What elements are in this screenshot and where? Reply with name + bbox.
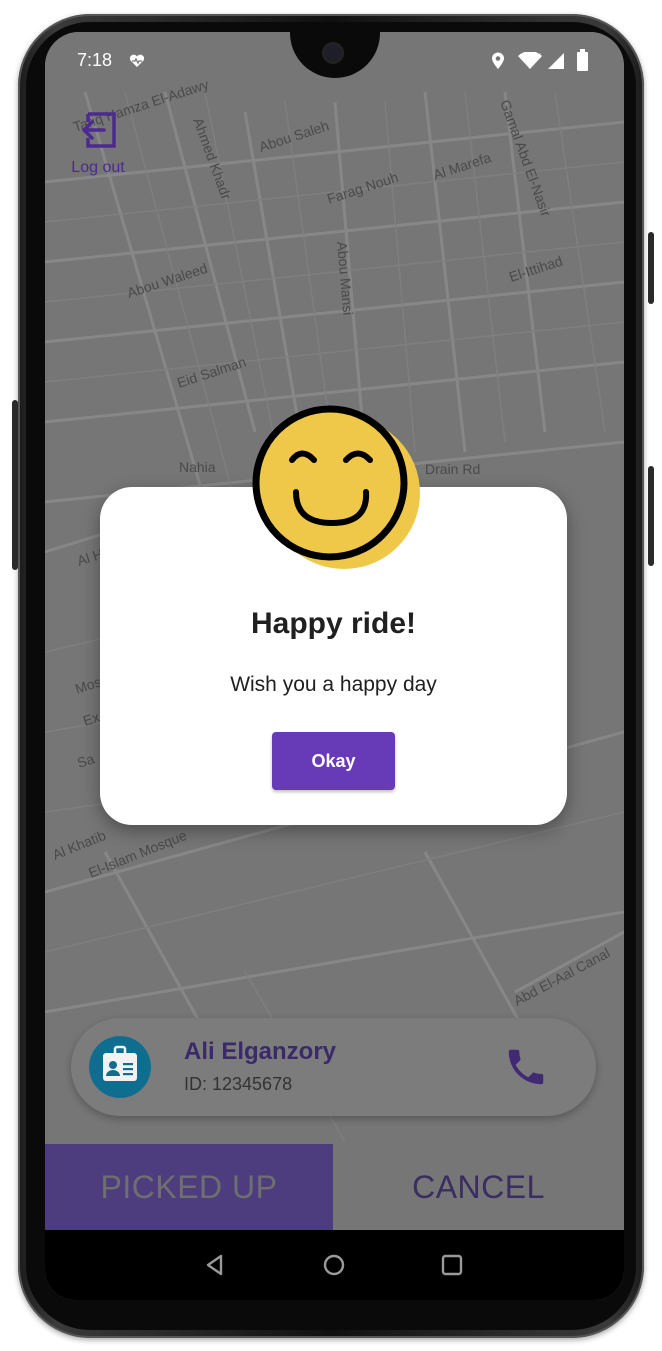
alert-slider <box>12 400 18 570</box>
recents-icon[interactable] <box>438 1251 466 1279</box>
back-icon[interactable] <box>201 1251 229 1279</box>
smiley-face-icon <box>252 405 420 569</box>
map-label: Nahia <box>179 459 216 475</box>
logout-label: Log out <box>71 159 125 176</box>
status-time: 7:18 <box>77 50 113 70</box>
okay-button[interactable]: Okay <box>272 732 395 790</box>
logout-button[interactable]: Log out <box>67 110 129 177</box>
logout-arrow-icon <box>82 112 116 148</box>
id-badge-icon <box>89 1036 151 1098</box>
location-pin-icon <box>492 52 504 69</box>
map-label: Drain Rd <box>425 461 480 477</box>
battery-icon <box>577 49 588 71</box>
camera-icon <box>322 42 344 64</box>
camera-notch <box>290 32 380 78</box>
driver-id: ID: 12345678 <box>184 1074 293 1094</box>
app-screen: Tariq Hamza El-Adawy Ahmed Khadr Abou Sa… <box>45 32 624 1300</box>
dialog-message: Wish you a happy day <box>230 673 437 696</box>
power-button <box>648 232 654 304</box>
svg-text:x: x <box>537 52 541 60</box>
home-icon[interactable] <box>320 1251 348 1279</box>
picked-up-button[interactable]: PICKED UP <box>45 1144 333 1230</box>
signal-icon <box>548 53 564 69</box>
volume-button <box>648 466 654 566</box>
cancel-button[interactable]: CANCEL <box>333 1144 624 1230</box>
dialog-title: Happy ride! <box>250 607 417 640</box>
driver-name: Ali Elganzory <box>184 1038 337 1065</box>
action-bar: PICKED UP CANCEL <box>45 1144 624 1230</box>
system-nav-bar <box>45 1230 624 1300</box>
phone-icon[interactable] <box>503 1044 549 1090</box>
status-bar: 7:18 x <box>45 32 624 90</box>
wifi-icon: x <box>518 52 542 69</box>
heart-pulse-icon <box>129 54 145 67</box>
driver-card: Ali Elganzory ID: 12345678 <box>71 1018 596 1116</box>
